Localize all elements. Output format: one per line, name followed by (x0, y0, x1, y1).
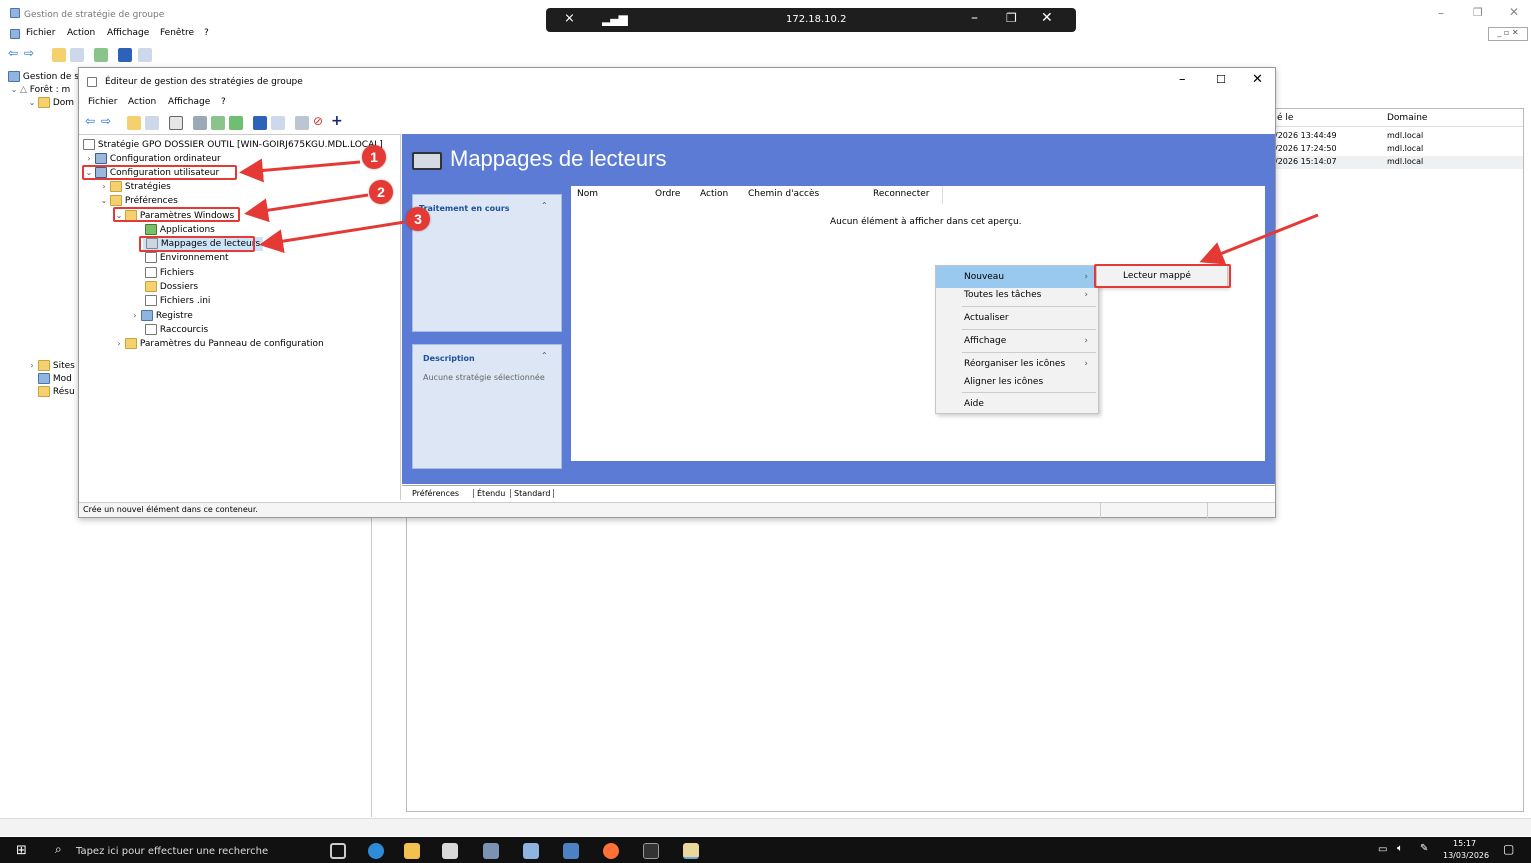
gpo-editor-taskbar-icon[interactable] (683, 843, 699, 859)
terminal-icon[interactable] (643, 843, 659, 859)
clock-date[interactable]: 13/03/2026 (1443, 851, 1489, 860)
callout-1: 1 (362, 145, 386, 169)
dns-manager-icon[interactable] (442, 843, 458, 859)
taskbar: ⊞ ⌕ Tapez ici pour effectuer une recherc… (0, 837, 1531, 863)
pen-tray-icon[interactable]: ✎ (1420, 843, 1428, 854)
task-view-icon[interactable] (330, 843, 346, 859)
network-tray-icon[interactable]: ▭ (1378, 844, 1387, 855)
arrow-1 (239, 158, 361, 183)
clock-time[interactable]: 15:17 (1453, 839, 1476, 848)
firefox-icon[interactable] (603, 843, 619, 859)
notification-icon[interactable]: ▢ (1503, 842, 1514, 856)
arrow-4 (1199, 213, 1319, 265)
annotation-arrows (239, 158, 1319, 265)
arrow-3 (259, 220, 406, 254)
server-manager-icon[interactable] (483, 843, 499, 859)
ad-users-icon[interactable] (523, 843, 539, 859)
callout-2: 2 (369, 180, 393, 204)
file-explorer-icon[interactable] (404, 843, 420, 859)
callout-3: 3 (406, 207, 430, 231)
arrow-2 (244, 193, 369, 223)
taskbar-search-input[interactable]: Tapez ici pour effectuer une recherche (76, 846, 268, 857)
network-tool-icon[interactable] (563, 843, 579, 859)
search-icon[interactable]: ⌕ (55, 842, 62, 857)
edge-icon[interactable] (368, 843, 384, 859)
volume-tray-icon[interactable]: 🔈︎ (1397, 843, 1403, 854)
windows-start-icon[interactable]: ⊞ (16, 843, 27, 858)
